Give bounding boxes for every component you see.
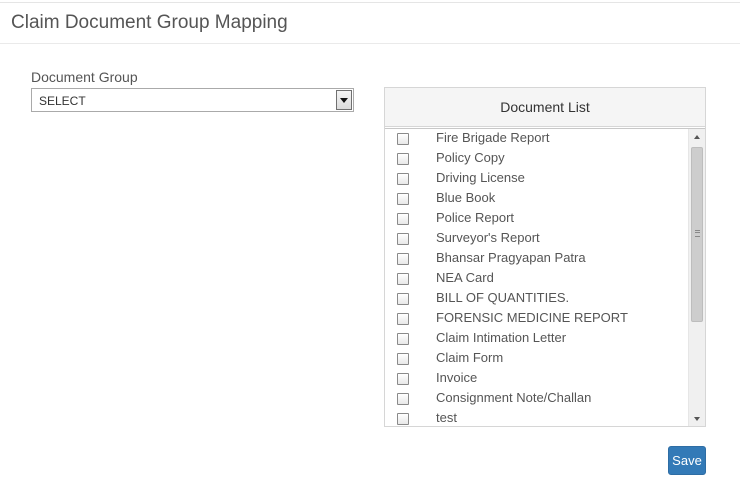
document-label: Driving License [436, 170, 525, 185]
document-label: Blue Book [436, 190, 496, 205]
list-item: Blue Book [385, 189, 685, 209]
document-checkbox[interactable] [397, 173, 409, 185]
document-checkbox[interactable] [397, 193, 409, 205]
scroll-down-arrow-icon[interactable] [689, 411, 705, 426]
document-list-header: Document List [385, 88, 705, 127]
document-checkbox[interactable] [397, 153, 409, 165]
list-item: FORENSIC MEDICINE REPORT [385, 309, 685, 329]
list-item: Driving License [385, 169, 685, 189]
scroll-up-arrow-icon[interactable] [689, 129, 705, 145]
document-checkbox[interactable] [397, 413, 409, 425]
document-label: BILL OF QUANTITIES. [436, 290, 570, 305]
list-item: NEA Card [385, 269, 685, 289]
document-list-box: Fire Brigade Report Policy Copy Driving Li… [385, 128, 705, 426]
list-item: Policy Copy [385, 149, 685, 169]
document-list-scrollbar[interactable] [688, 129, 705, 426]
document-label: NEA Card [436, 270, 494, 285]
document-checkbox[interactable] [397, 133, 409, 145]
page-title: Claim Document Group Mapping [11, 12, 288, 33]
document-checkbox[interactable] [397, 333, 409, 345]
document-checkbox[interactable] [397, 353, 409, 365]
list-item: Claim Form [385, 349, 685, 369]
document-label: Surveyor's Report [436, 230, 540, 245]
document-label: Policy Copy [436, 150, 505, 165]
document-checkbox[interactable] [397, 213, 409, 225]
document-label: Police Report [436, 210, 515, 225]
list-item: Police Report [385, 209, 685, 229]
document-checkbox[interactable] [397, 373, 409, 385]
document-checkbox[interactable] [397, 253, 409, 265]
document-group-selected-value: SELECT [39, 94, 86, 108]
list-item: Invoice [385, 369, 685, 389]
document-checkbox[interactable] [397, 233, 409, 245]
document-checkbox[interactable] [397, 393, 409, 405]
list-item: test [385, 409, 685, 426]
list-item: BILL OF QUANTITIES. [385, 289, 685, 309]
document-label: Invoice [436, 370, 478, 385]
title-divider [0, 43, 740, 44]
save-button[interactable]: Save [668, 446, 706, 475]
document-label: Bhansar Pragyapan Patra [436, 250, 586, 265]
chevron-down-icon[interactable] [336, 90, 352, 110]
document-list-panel: Document List Fire Brigade Report Policy … [384, 87, 706, 427]
document-group-select[interactable]: SELECT [31, 88, 354, 112]
list-item: Surveyor's Report [385, 229, 685, 249]
document-label: Consignment Note/Challan [436, 390, 592, 405]
scrollbar-thumb[interactable] [691, 147, 703, 322]
top-divider [0, 2, 740, 3]
document-label: Fire Brigade Report [436, 130, 550, 145]
list-item: Fire Brigade Report [385, 129, 685, 149]
list-item: Bhansar Pragyapan Patra [385, 249, 685, 269]
list-item: Claim Intimation Letter [385, 329, 685, 349]
document-checkbox[interactable] [397, 273, 409, 285]
document-checkbox[interactable] [397, 293, 409, 305]
document-label: Claim Form [436, 350, 504, 365]
document-group-label: Document Group [31, 69, 138, 85]
document-label: FORENSIC MEDICINE REPORT [436, 310, 628, 325]
document-label: Claim Intimation Letter [436, 330, 567, 345]
document-list: Fire Brigade Report Policy Copy Driving Li… [385, 129, 685, 426]
document-label: test [436, 410, 457, 425]
list-item: Consignment Note/Challan [385, 389, 685, 409]
document-checkbox[interactable] [397, 313, 409, 325]
